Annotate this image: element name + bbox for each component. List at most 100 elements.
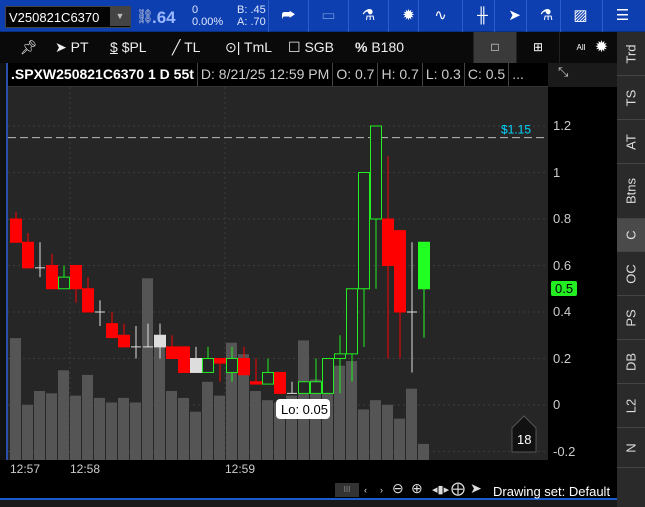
pointer-icon[interactable]: ➤: [470, 480, 482, 497]
candle-body: [322, 358, 334, 394]
pt-label: PT: [70, 39, 89, 55]
sgb-label: SGB: [304, 39, 335, 55]
bar-high: H: 0.7: [378, 63, 423, 86]
tab-btns[interactable]: Btns: [617, 164, 645, 219]
volume-badge-label: 18: [517, 432, 531, 447]
side-tabs: Trd TS AT Btns C OC PS DB L2 N: [617, 32, 645, 507]
drawing-set-selector[interactable]: Drawing set: Default: [493, 484, 610, 499]
chart-header: .SPXW250821C6370 1 D 55t D: 8/21/25 12:59…: [8, 63, 548, 87]
tab-label: AT: [623, 133, 639, 150]
volume-bar: [22, 404, 33, 460]
volume-bar: [58, 370, 69, 460]
auto-scale-icon[interactable]: ⤡: [558, 64, 568, 80]
scrollbar-thumb[interactable]: III: [335, 483, 359, 497]
price-tool-button[interactable]: ➤ PT: [55, 39, 89, 56]
volume-bar: [370, 400, 381, 460]
tab-label: PS: [623, 308, 639, 327]
tab-oc[interactable]: OC: [617, 252, 645, 296]
time-axis[interactable]: 12:57 12:58 12:59: [0, 460, 617, 478]
tab-c[interactable]: C: [617, 219, 645, 252]
chart-panel[interactable]: $1.15 Lo: 0.05 18: [8, 87, 617, 460]
spl-label: $PL: [121, 39, 147, 55]
zoom-out-icon[interactable]: ⊖: [392, 480, 404, 497]
pl-tool-button[interactable]: $ $PL: [110, 39, 147, 55]
tab-ps[interactable]: PS: [617, 296, 645, 340]
tab-label: DB: [623, 352, 639, 371]
volume-bar: [202, 381, 213, 460]
bar-close: C: 0.5: [465, 63, 510, 86]
price-plot[interactable]: $1.15 Lo: 0.05 18: [8, 87, 548, 460]
flask-icon[interactable]: ⚗: [348, 0, 388, 32]
volume-bar: [358, 409, 369, 460]
pin-icon[interactable]: 📌︎: [20, 39, 38, 56]
candle-body: [262, 371, 274, 385]
last-price-tag: 0.5: [551, 280, 578, 296]
scroll-left-icon[interactable]: ‹: [364, 485, 367, 495]
tab-label: OC: [623, 263, 639, 284]
y-tick-label: 1.2: [553, 118, 572, 133]
trendline-button[interactable]: ╱ TL: [172, 39, 200, 56]
y-tick-label: -0.2: [553, 443, 576, 459]
candle-body: [310, 381, 322, 394]
y-tick-label: 0.8: [553, 211, 572, 226]
tab-label: Trd: [623, 43, 639, 64]
b180-button[interactable]: % B180: [355, 39, 404, 55]
candle-body: [382, 218, 394, 266]
volume-bar: [190, 411, 201, 460]
candle-body: [118, 334, 130, 348]
share-icon[interactable]: ⮫: [268, 0, 308, 32]
tab-trd[interactable]: Trd: [617, 32, 645, 76]
net-change: 0: [192, 4, 199, 16]
pulse-icon[interactable]: ∿: [418, 0, 462, 32]
chart-icon[interactable]: ▨: [560, 0, 600, 32]
screen-icon[interactable]: ▭: [308, 0, 348, 32]
tab-label: N: [623, 442, 639, 453]
bid: B: .45: [237, 4, 266, 16]
volume-bar: [382, 404, 393, 460]
candle-body: [226, 358, 238, 373]
net-change-pct: 0.00%: [192, 16, 224, 28]
last-price: .64: [152, 8, 176, 27]
tab-ts[interactable]: TS: [617, 76, 645, 120]
volume-bar: [130, 402, 141, 460]
tab-l2[interactable]: L2: [617, 384, 645, 428]
candle-body: [70, 265, 82, 290]
candle-body: [46, 265, 58, 290]
candle-body: [106, 323, 118, 339]
crosshair-icon[interactable]: ⨁: [451, 480, 465, 497]
sgb-button[interactable]: ☐ SGB: [288, 39, 334, 56]
header-more[interactable]: ...: [509, 63, 527, 86]
candle-body: [250, 381, 262, 385]
pan-icon[interactable]: ◂▮▸: [432, 483, 449, 496]
bar-low: L: 0.3: [423, 63, 465, 86]
price-level-label: $1.15: [501, 123, 531, 137]
candle-body: [358, 172, 370, 290]
zoom-in-icon[interactable]: ⊕: [411, 480, 423, 497]
volume-bar: [178, 397, 189, 460]
symbol-dropdown-icon[interactable]: ▼: [110, 7, 130, 26]
candle-body: [166, 346, 178, 359]
b180-label: B180: [371, 39, 405, 55]
tab-at[interactable]: AT: [617, 120, 645, 164]
price-axis[interactable]: 1.2 1 0.8 0.6 0.4 0.2 0 -0.2 0.5: [548, 87, 617, 460]
grid-layout-icon[interactable]: ⊞: [516, 32, 559, 63]
menu-icon[interactable]: ☰: [602, 0, 642, 32]
left-edge: [0, 63, 8, 478]
candle-body: [214, 358, 226, 364]
candle-body: [178, 346, 190, 373]
single-layout-icon[interactable]: □: [473, 32, 516, 63]
tab-label: Btns: [623, 177, 639, 205]
volume-bar: [46, 393, 57, 460]
chart-symbol-title: .SPXW250821C6370 1 D 55t: [8, 63, 198, 86]
ask: A: .70: [237, 16, 266, 28]
candle-body: [334, 353, 346, 360]
y-tick-label: 0: [553, 397, 561, 412]
tab-n[interactable]: N: [617, 428, 645, 468]
y-tick-label: 0.4: [553, 304, 572, 319]
volume-bar: [154, 345, 165, 460]
timeline-button[interactable]: ⊙| TmL: [225, 39, 272, 56]
tab-db[interactable]: DB: [617, 340, 645, 384]
scroll-right-icon[interactable]: ›: [380, 485, 383, 495]
x-tick-label: 12:57: [10, 462, 41, 476]
volume-bar: [250, 391, 261, 460]
